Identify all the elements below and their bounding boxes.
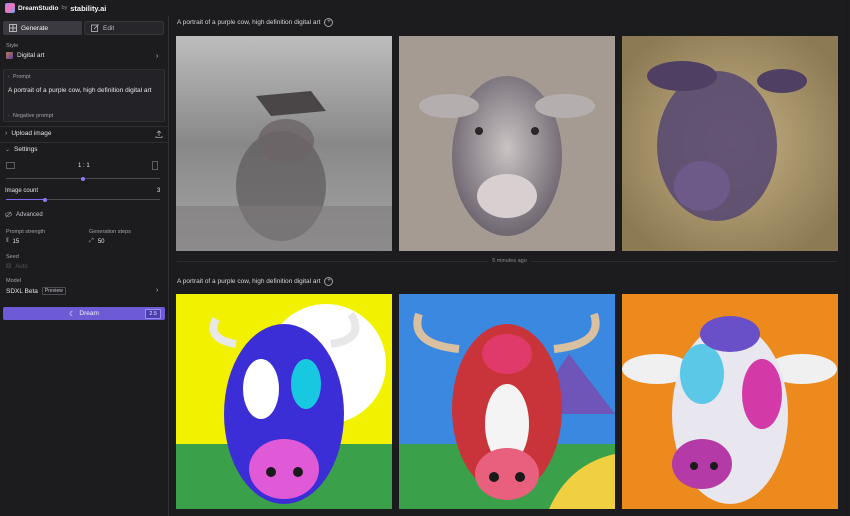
gallery: A portrait of a purple cow, high definit… bbox=[169, 0, 850, 516]
sidebar: Generate Edit Style Digital art › ‹ Promp… bbox=[0, 16, 169, 516]
aspect-ratio-value: 1 : 1 bbox=[78, 163, 90, 169]
edit-icon bbox=[91, 24, 99, 32]
portrait-icon[interactable] bbox=[152, 161, 158, 170]
generation-prompt: A portrait of a purple cow, high definit… bbox=[177, 278, 321, 285]
image-count-label: Image count bbox=[5, 188, 39, 194]
model-value: SDXL Beta bbox=[6, 287, 38, 295]
tab-generate[interactable]: Generate bbox=[3, 21, 82, 35]
scrollbar[interactable] bbox=[845, 0, 848, 516]
steps-icon: ⤢ bbox=[89, 238, 94, 244]
eye-off-icon bbox=[5, 211, 12, 218]
divider bbox=[0, 142, 168, 143]
upload-image-label: Upload image bbox=[11, 130, 52, 137]
brand-by: by bbox=[61, 5, 68, 11]
prompt-strength-label: Prompt strength bbox=[6, 229, 46, 235]
negative-prompt-box[interactable]: - Negative prompt bbox=[3, 110, 165, 122]
plus-circle-icon[interactable]: + bbox=[324, 277, 334, 286]
dream-cost-badge: 2.5 bbox=[145, 309, 161, 319]
generated-image[interactable] bbox=[622, 294, 838, 509]
company-name: stability.ai bbox=[70, 3, 107, 13]
chevron-right-icon: › bbox=[5, 130, 8, 137]
image-count-value: 3 bbox=[157, 188, 161, 194]
upload-icon[interactable] bbox=[155, 130, 163, 138]
style-thumbnail-icon bbox=[6, 52, 13, 59]
tab-edit[interactable]: Edit bbox=[84, 21, 164, 35]
grid-icon bbox=[9, 24, 17, 32]
style-value: Digital art bbox=[17, 52, 45, 59]
tab-edit-label: Edit bbox=[103, 24, 115, 32]
upload-image-row[interactable]: › Upload image bbox=[5, 130, 51, 137]
dice-icon: ⚄ bbox=[6, 264, 12, 270]
tab-generate-label: Generate bbox=[21, 24, 49, 32]
model-label: Model bbox=[6, 278, 21, 284]
dream-button[interactable]: ☾ Dream 2.5 bbox=[3, 307, 165, 320]
negative-prompt-label: - Negative prompt bbox=[8, 113, 53, 119]
style-selector[interactable]: Digital art bbox=[6, 52, 44, 59]
generation-steps-value: 50 bbox=[97, 238, 105, 245]
brand-name: DreamStudio bbox=[18, 4, 59, 12]
generation-header: A portrait of a purple cow, high definit… bbox=[177, 18, 334, 27]
prompt-label-text: Prompt bbox=[12, 74, 31, 80]
generation-steps-field[interactable]: ⤢ 50 bbox=[89, 238, 105, 245]
aspect-ratio-slider-thumb[interactable] bbox=[81, 176, 85, 181]
preview-badge: Preview bbox=[41, 287, 66, 295]
generated-image[interactable] bbox=[399, 36, 615, 251]
generated-image[interactable] bbox=[399, 294, 615, 509]
minus-icon: - bbox=[8, 113, 10, 119]
negative-prompt-label-text: Negative prompt bbox=[12, 113, 54, 119]
seed-label: Seed bbox=[6, 254, 19, 260]
style-label: Style bbox=[6, 43, 19, 49]
generation-header: A portrait of a purple cow, high definit… bbox=[177, 277, 334, 286]
prompt-text[interactable]: A portrait of a purple cow, high definit… bbox=[8, 87, 158, 94]
generated-image[interactable] bbox=[176, 36, 392, 251]
timestamp: 5 minutes ago bbox=[169, 258, 850, 264]
dreamstudio-logo-icon bbox=[5, 3, 15, 13]
settings-label: Settings bbox=[14, 146, 38, 153]
generation-steps-label: Generation steps bbox=[89, 229, 131, 235]
dream-button-label: Dream bbox=[79, 310, 99, 317]
image-count-slider-thumb[interactable] bbox=[42, 197, 47, 202]
brand-logo[interactable]: DreamStudio by stability.ai bbox=[5, 3, 106, 13]
bars-icon: ⫴ bbox=[6, 238, 9, 244]
landscape-icon[interactable] bbox=[6, 162, 15, 169]
divider bbox=[0, 126, 168, 127]
settings-header[interactable]: ⌄ Settings bbox=[5, 146, 38, 153]
generated-image[interactable] bbox=[176, 294, 392, 509]
timestamp-text: 5 minutes ago bbox=[488, 258, 531, 264]
moon-icon: ☾ bbox=[69, 310, 76, 318]
prompt-strength-value: 15 bbox=[12, 238, 20, 245]
chevron-right-icon[interactable]: › bbox=[156, 53, 163, 60]
generation-prompt: A portrait of a purple cow, high definit… bbox=[177, 19, 321, 26]
seed-value: Auto bbox=[15, 263, 28, 270]
prompt-label: ‹ Prompt bbox=[8, 74, 31, 80]
chevron-right-icon[interactable]: › bbox=[156, 287, 163, 294]
prompt-strength-field[interactable]: ⫴ 15 bbox=[6, 238, 19, 245]
advanced-toggle[interactable]: Advanced bbox=[5, 211, 43, 218]
image-count-slider-fill bbox=[6, 199, 45, 200]
generated-image[interactable] bbox=[622, 36, 838, 251]
model-selector[interactable]: SDXL Beta Preview bbox=[6, 287, 66, 295]
collapse-icon: ‹ bbox=[8, 74, 10, 80]
advanced-label: Advanced bbox=[16, 211, 43, 218]
seed-field[interactable]: ⚄ Auto bbox=[6, 263, 28, 271]
plus-circle-icon[interactable]: + bbox=[324, 18, 334, 27]
chevron-down-icon: ⌄ bbox=[5, 147, 11, 153]
